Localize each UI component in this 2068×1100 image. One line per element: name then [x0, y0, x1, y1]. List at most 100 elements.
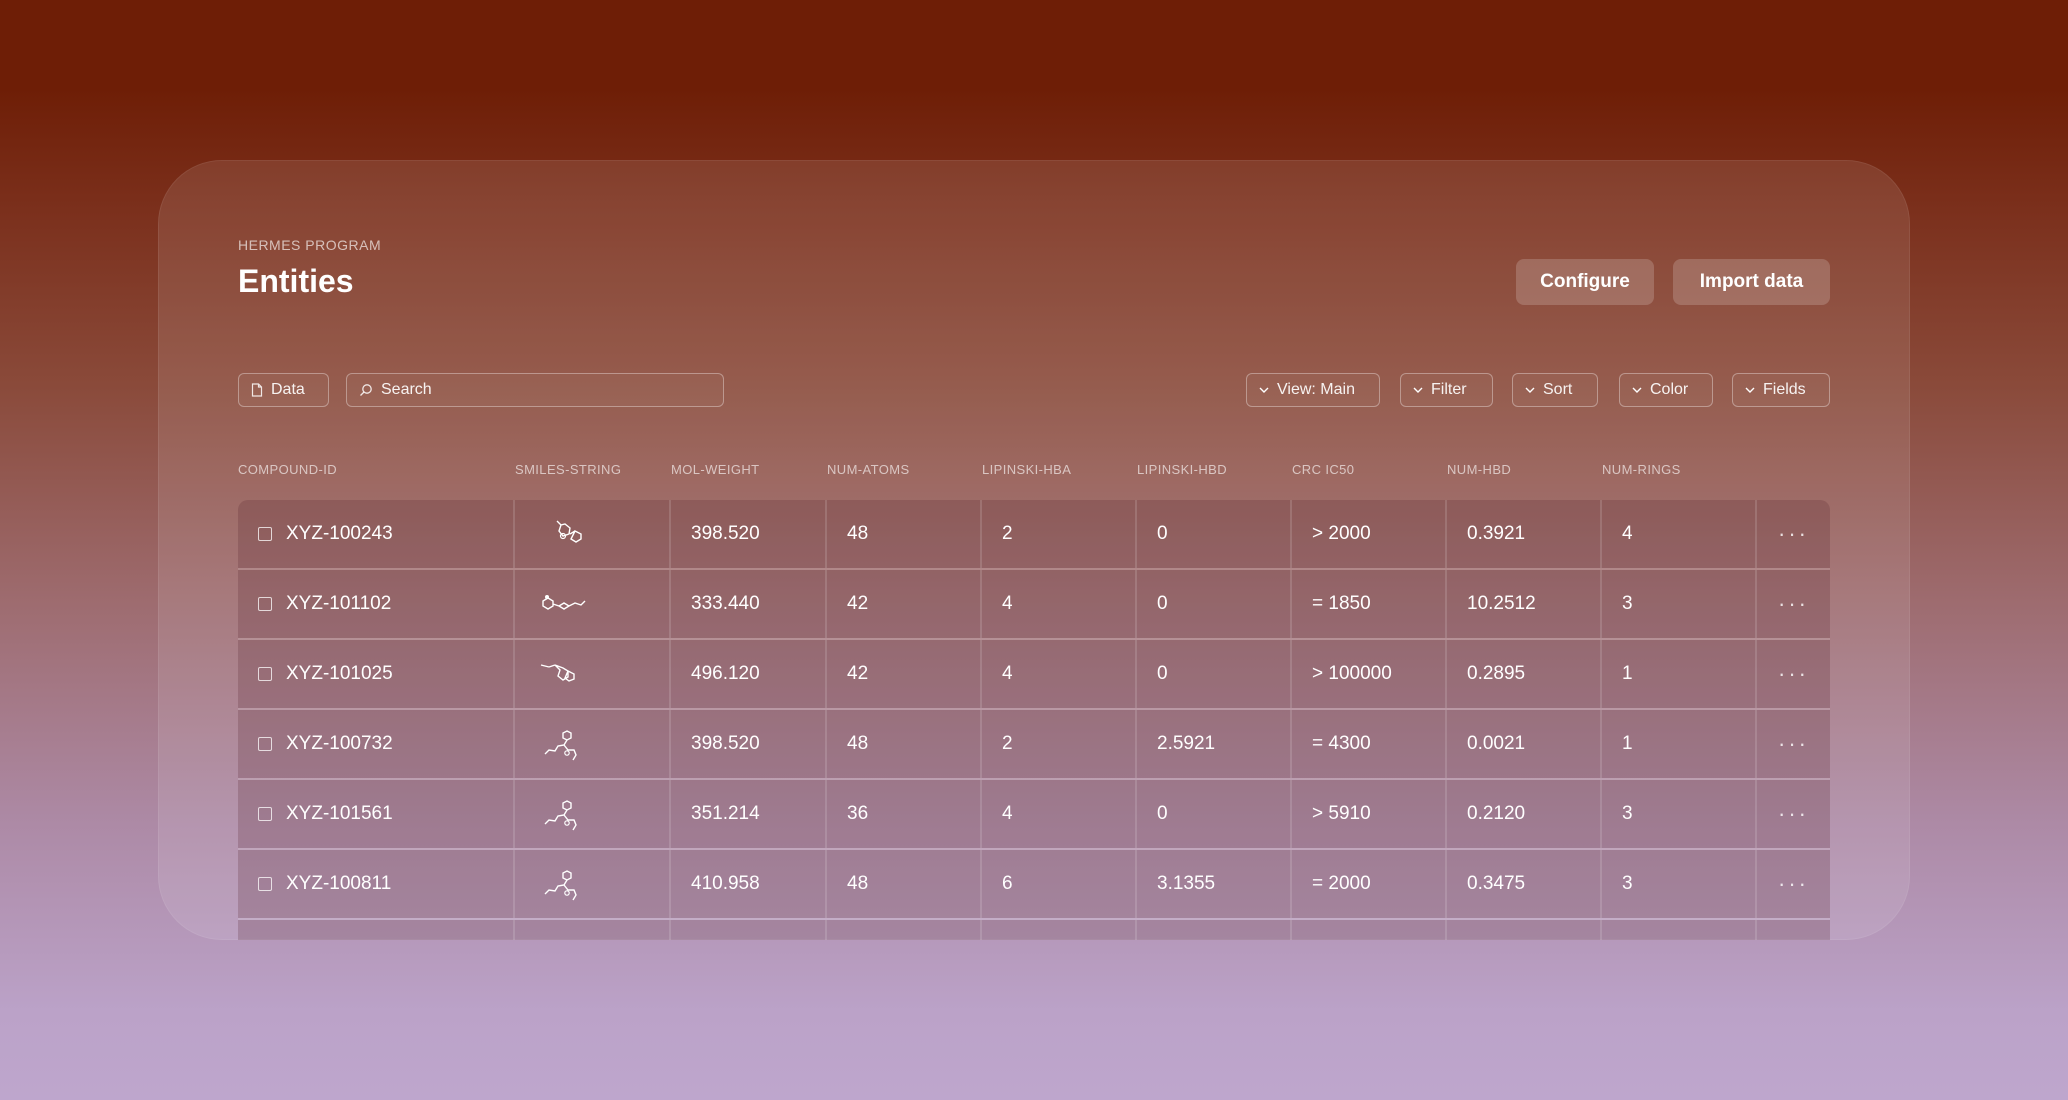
smiles-structure-cell [515, 570, 671, 638]
column-header-lipinski-hbd[interactable]: LIPINSKI-HBD [1137, 462, 1227, 477]
sort-label: Sort [1543, 381, 1573, 398]
hbd-cell: 2.5921 [1137, 710, 1292, 778]
table-cell [238, 920, 515, 940]
column-header-num-rings[interactable]: NUM-RINGS [1602, 462, 1681, 477]
table-row[interactable]: XYZ-101025 496.120 42 4 0 > 100000 0.2895 1 ··· [238, 640, 1830, 708]
mol-weight-cell: 410.958 [671, 850, 827, 918]
compound-id-cell: XYZ-101025 [238, 640, 515, 708]
search-input[interactable] [381, 381, 701, 399]
table-cell [671, 920, 827, 940]
compound-id-cell: XYZ-100811 [238, 850, 515, 918]
table-cell [1447, 920, 1602, 940]
num-atoms-cell: 36 [827, 780, 982, 848]
row-menu-button[interactable]: ··· [1757, 850, 1830, 918]
num-hbd-cell: 0.2120 [1447, 780, 1602, 848]
row-menu-button[interactable]: ··· [1757, 570, 1830, 638]
num-rings-cell: 3 [1602, 850, 1757, 918]
column-header-crc-ic50[interactable]: CRC IC50 [1292, 462, 1354, 477]
row-checkbox[interactable] [258, 597, 272, 611]
color-label: Color [1650, 381, 1689, 398]
hba-cell: 4 [982, 640, 1137, 708]
hba-cell: 4 [982, 570, 1137, 638]
hbd-cell: 0 [1137, 640, 1292, 708]
table-cell [982, 920, 1137, 940]
fields-dropdown[interactable]: Fields [1732, 373, 1830, 407]
view-dropdown[interactable]: View: Main [1246, 373, 1380, 407]
chevron-down-icon [1259, 387, 1269, 393]
compound-id-cell: XYZ-100243 [238, 500, 515, 568]
smiles-structure-cell [515, 710, 671, 778]
table-row[interactable] [238, 920, 1830, 940]
ic50-cell: > 2000 [1292, 500, 1447, 568]
column-header-mol-weight[interactable]: MOL-WEIGHT [671, 462, 760, 477]
ic50-cell: = 4300 [1292, 710, 1447, 778]
table-cell [827, 920, 982, 940]
compound-id-cell: XYZ-101561 [238, 780, 515, 848]
filter-dropdown[interactable]: Filter [1400, 373, 1493, 407]
import-data-button[interactable]: Import data [1673, 259, 1830, 305]
entities-table: XYZ-100243 398.520 48 2 0 > 2000 0.3921 4 ··· XYZ… [238, 500, 1830, 940]
num-atoms-cell: 42 [827, 640, 982, 708]
num-rings-cell: 1 [1602, 640, 1757, 708]
ic50-cell: = 2000 [1292, 850, 1447, 918]
molecule-structure-icon [540, 664, 575, 682]
mol-weight-cell: 496.120 [671, 640, 827, 708]
num-rings-cell: 3 [1602, 780, 1757, 848]
table-row[interactable]: XYZ-100243 398.520 48 2 0 > 2000 0.3921 4 ··· [238, 500, 1830, 568]
row-checkbox[interactable] [258, 877, 272, 891]
mol-weight-cell: 398.520 [671, 710, 827, 778]
column-header-smiles-string[interactable]: SMILES-STRING [515, 462, 621, 477]
chevron-down-icon [1525, 387, 1535, 393]
mol-weight-cell: 351.214 [671, 780, 827, 848]
table-row[interactable]: XYZ-101561 351.214 36 4 0 > 5910 0.2120 3 ··· [238, 780, 1830, 848]
molecule-structure-icon [544, 800, 577, 831]
sort-dropdown[interactable]: Sort [1512, 373, 1598, 407]
data-button-label: Data [271, 381, 305, 398]
compound-id: XYZ-100243 [286, 523, 393, 544]
num-hbd-cell: 0.3921 [1447, 500, 1602, 568]
compound-id: XYZ-100732 [286, 733, 393, 754]
num-atoms-cell: 48 [827, 500, 982, 568]
row-checkbox[interactable] [258, 527, 272, 541]
column-header-num-atoms[interactable]: NUM-ATOMS [827, 462, 910, 477]
row-checkbox[interactable] [258, 667, 272, 681]
num-rings-cell: 3 [1602, 570, 1757, 638]
mol-weight-cell: 398.520 [671, 500, 827, 568]
chevron-down-icon [1632, 387, 1642, 393]
entities-panel: HERMES PROGRAM Entities Configure Import… [158, 160, 1910, 940]
program-label: HERMES PROGRAM [238, 237, 382, 253]
column-header-lipinski-hba[interactable]: LIPINSKI-HBA [982, 462, 1071, 477]
data-button[interactable]: Data [238, 373, 329, 407]
hba-cell: 2 [982, 710, 1137, 778]
table-row[interactable]: XYZ-100811 410.958 48 6 3.1355 = 2000 0.3475 3 ·… [238, 850, 1830, 918]
table-row[interactable]: XYZ-100732 398.520 48 2 2.5921 = 4300 0.0021 1 ·… [238, 710, 1830, 778]
hba-cell: 6 [982, 850, 1137, 918]
row-menu-button[interactable]: ··· [1757, 710, 1830, 778]
ic50-cell: > 100000 [1292, 640, 1447, 708]
molecule-structure-icon [556, 520, 582, 543]
search-icon [360, 384, 372, 396]
table-cell [1602, 920, 1757, 940]
num-rings-cell: 1 [1602, 710, 1757, 778]
row-menu-button[interactable]: ··· [1757, 500, 1830, 568]
compound-id: XYZ-101025 [286, 663, 393, 684]
chevron-down-icon [1413, 387, 1423, 393]
molecule-structure-icon [542, 595, 586, 610]
molecule-structure-icon [544, 730, 577, 761]
color-dropdown[interactable]: Color [1619, 373, 1713, 407]
row-checkbox[interactable] [258, 737, 272, 751]
search-box[interactable] [346, 373, 724, 407]
view-label: View: Main [1277, 381, 1355, 398]
compound-id-cell: XYZ-101102 [238, 570, 515, 638]
table-row[interactable]: XYZ-101102 333.440 42 4 0 = 1850 10.2512 3 ··· [238, 570, 1830, 638]
column-header-num-hbd[interactable]: NUM-HBD [1447, 462, 1511, 477]
mol-weight-cell: 333.440 [671, 570, 827, 638]
configure-button[interactable]: Configure [1516, 259, 1654, 305]
filter-label: Filter [1431, 381, 1467, 398]
row-menu-button[interactable]: ··· [1757, 780, 1830, 848]
row-checkbox[interactable] [258, 807, 272, 821]
column-header-compound-id[interactable]: COMPOUND-ID [238, 462, 337, 477]
row-menu-button[interactable]: ··· [1757, 640, 1830, 708]
chevron-down-icon [1745, 387, 1755, 393]
compound-id: XYZ-100811 [286, 873, 392, 894]
